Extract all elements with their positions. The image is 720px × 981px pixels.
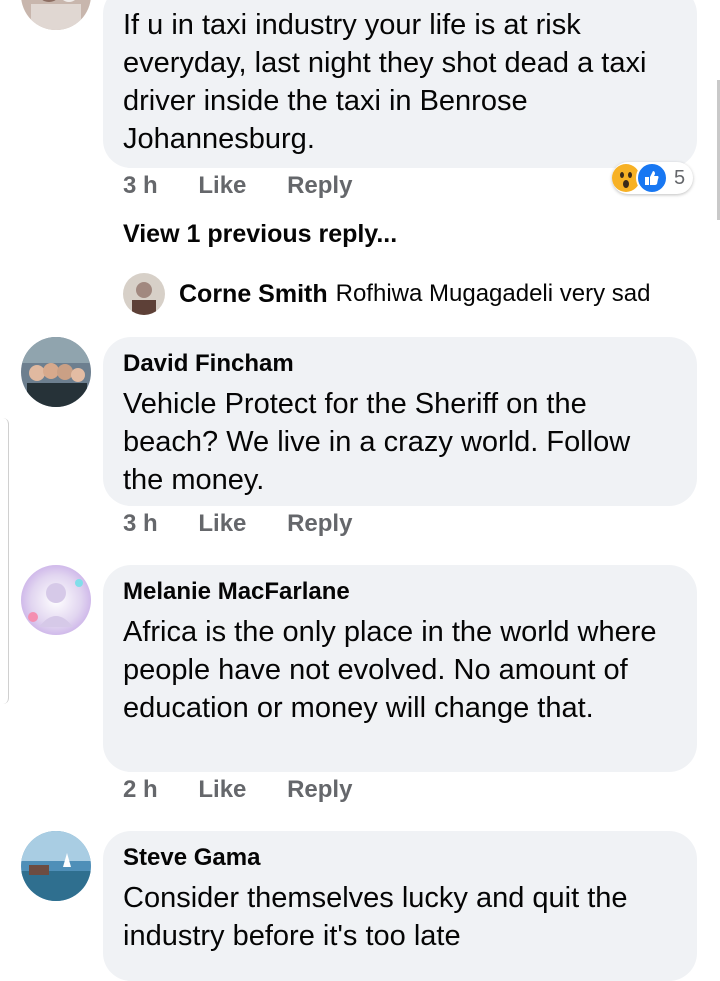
like-icon [636, 162, 668, 194]
reaction-summary[interactable]: 5 [612, 162, 694, 194]
comment-bubble: If u in taxi industry your life is at ri… [103, 0, 697, 168]
reaction-count: 5 [674, 166, 686, 189]
like-button[interactable]: Like [198, 776, 246, 803]
reply-text: Rofhiwa Mugagadeli very sad [335, 280, 651, 307]
reply-preview[interactable]: Corne Smith Rofhiwa Mugagadeli very sad [123, 272, 650, 316]
comment-actions: 3 h Like Reply [123, 172, 386, 200]
comment-author-name[interactable]: Melanie MacFarlane [123, 577, 675, 607]
like-button[interactable]: Like [198, 510, 246, 537]
comment-avatar[interactable] [21, 337, 91, 407]
comment-text: Africa is the only place in the world wh… [123, 616, 657, 724]
reply-button[interactable]: Reply [287, 776, 352, 803]
comment-avatar[interactable] [21, 565, 91, 635]
comment-actions: 3 h Like Reply [123, 510, 386, 538]
scrollbar[interactable] [0, 418, 9, 704]
comment-time: 2 h [123, 776, 158, 803]
comment-text: If u in taxi industry your life is at ri… [123, 9, 647, 155]
comment-actions: 2 h Like Reply [123, 776, 386, 804]
comment-bubble: David Fincham Vehicle Protect for the Sh… [103, 337, 697, 506]
reply-author-name[interactable]: Corne Smith [179, 280, 328, 309]
like-button[interactable]: Like [198, 172, 246, 199]
comment-bubble: Melanie MacFarlane Africa is the only pl… [103, 565, 697, 772]
comment-avatar[interactable] [21, 831, 91, 901]
reply-button[interactable]: Reply [287, 172, 352, 199]
comment-text: Vehicle Protect for the Sheriff on the b… [123, 388, 631, 496]
view-previous-replies-link[interactable]: View 1 previous reply... [123, 220, 397, 249]
comment-author-name[interactable]: Steve Gama [123, 843, 675, 873]
comment-time: 3 h [123, 172, 158, 199]
comment-author-name[interactable]: David Fincham [123, 349, 675, 379]
comment-bubble: Steve Gama Consider themselves lucky and… [103, 831, 697, 981]
comment-text: Consider themselves lucky and quit the i… [123, 882, 628, 952]
comment-time: 3 h [123, 510, 158, 537]
reply-button[interactable]: Reply [287, 510, 352, 537]
comment-avatar[interactable] [21, 0, 91, 30]
reply-avatar[interactable] [123, 273, 165, 315]
